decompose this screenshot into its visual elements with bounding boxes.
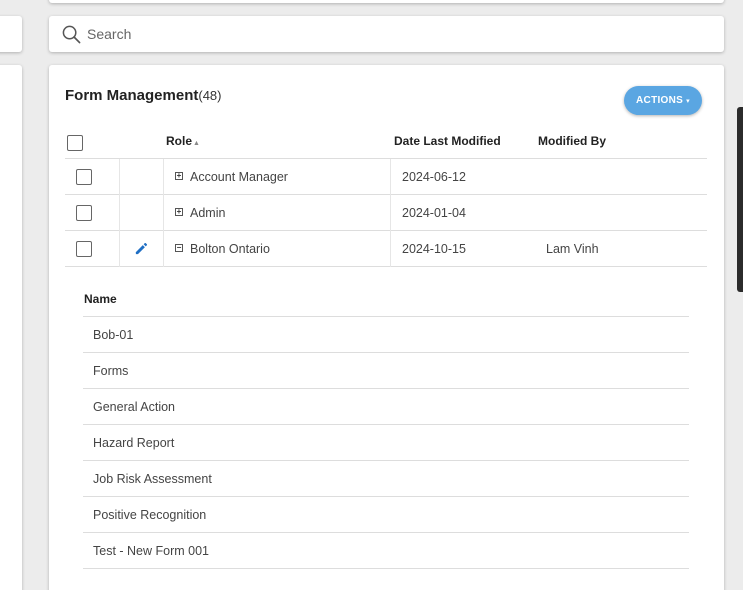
- table-row-expanded[interactable]: − Bolton Ontario 2024-10-15 Lam Vinh: [65, 231, 707, 267]
- list-item[interactable]: Forms: [83, 353, 689, 389]
- subtable-header: Name: [83, 283, 689, 317]
- form-name: Job Risk Assessment: [93, 472, 212, 486]
- list-item[interactable]: Positive Recognition: [83, 497, 689, 533]
- forms-subtable: Name Bob-01 Forms General Action Hazard …: [83, 283, 689, 569]
- column-header-role[interactable]: Role▲: [166, 134, 200, 148]
- search-bar: [49, 16, 724, 52]
- column-header-role-label: Role: [166, 134, 193, 148]
- row-checkbox[interactable]: [76, 205, 92, 221]
- page-title: Form Management(48): [65, 87, 221, 104]
- left-panel-partial: [0, 65, 22, 590]
- column-divider: [163, 231, 164, 267]
- role-name[interactable]: Account Manager: [190, 170, 288, 184]
- form-name: Hazard Report: [93, 436, 175, 450]
- form-name: General Action: [93, 400, 175, 414]
- column-header-date[interactable]: Date Last Modified: [394, 134, 501, 148]
- caret-down-icon: ▾: [686, 97, 690, 105]
- form-name: Positive Recognition: [93, 508, 207, 522]
- column-divider: [119, 159, 120, 195]
- actions-button-label: ACTIONS: [636, 95, 684, 106]
- column-divider: [163, 195, 164, 231]
- column-divider: [390, 231, 391, 267]
- column-divider: [390, 159, 391, 195]
- scrollbar-track[interactable]: [735, 0, 743, 590]
- table-header: Role▲ Date Last Modified Modified By: [65, 125, 707, 159]
- list-item[interactable]: General Action: [83, 389, 689, 425]
- search-input[interactable]: [87, 22, 707, 46]
- select-all-checkbox[interactable]: [67, 135, 83, 151]
- list-item[interactable]: Bob-01: [83, 317, 689, 353]
- pencil-icon[interactable]: [134, 241, 149, 256]
- scrollbar-thumb[interactable]: [737, 107, 743, 292]
- column-divider: [163, 159, 164, 195]
- left-panel-top-partial: [0, 16, 22, 52]
- form-name: Bob-01: [93, 328, 134, 342]
- date-last-modified: 2024-01-04: [402, 206, 466, 220]
- actions-button[interactable]: ACTIONS ▾: [624, 86, 702, 115]
- column-header-modified-by[interactable]: Modified By: [538, 134, 606, 148]
- row-checkbox[interactable]: [76, 169, 92, 185]
- roles-table: Role▲ Date Last Modified Modified By + A…: [65, 125, 707, 267]
- column-divider: [390, 195, 391, 231]
- form-name: Forms: [93, 364, 129, 378]
- search-icon: [62, 25, 81, 44]
- column-header-name[interactable]: Name: [84, 292, 117, 306]
- date-last-modified: 2024-10-15: [402, 242, 466, 256]
- table-row[interactable]: + Admin 2024-01-04: [65, 195, 707, 231]
- row-checkbox[interactable]: [76, 241, 92, 257]
- page-title-text: Form Management: [65, 87, 199, 104]
- role-name[interactable]: Admin: [190, 206, 225, 220]
- top-card-partial: [49, 0, 724, 3]
- table-row[interactable]: + Account Manager 2024-06-12: [65, 159, 707, 195]
- column-divider: [119, 231, 120, 267]
- plus-box-icon[interactable]: +: [175, 172, 183, 180]
- list-item[interactable]: Hazard Report: [83, 425, 689, 461]
- page: Form Management(48) ACTIONS ▾ Role▲ Date…: [0, 0, 743, 590]
- form-management-card: Form Management(48) ACTIONS ▾ Role▲ Date…: [49, 65, 724, 590]
- role-name[interactable]: Bolton Ontario: [190, 242, 270, 256]
- form-name: Test - New Form 001: [93, 544, 210, 558]
- column-divider: [119, 195, 120, 231]
- date-last-modified: 2024-06-12: [402, 170, 466, 184]
- modified-by: Lam Vinh: [546, 242, 599, 256]
- list-item[interactable]: Job Risk Assessment: [83, 461, 689, 497]
- list-item[interactable]: Test - New Form 001: [83, 533, 689, 569]
- minus-box-icon[interactable]: −: [175, 244, 183, 252]
- plus-box-icon[interactable]: +: [175, 208, 183, 216]
- sort-asc-icon: ▲: [193, 140, 200, 147]
- record-count: (48): [198, 88, 222, 103]
